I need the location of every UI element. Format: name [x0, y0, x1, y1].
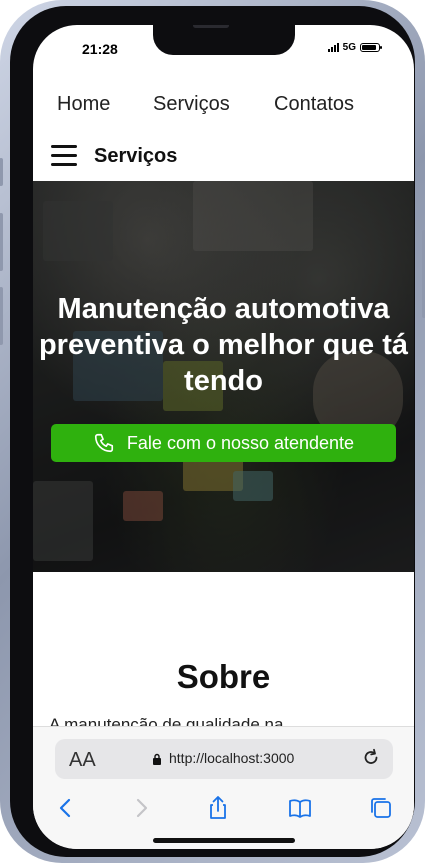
notch — [153, 25, 295, 55]
mute-switch — [0, 158, 3, 186]
speaker — [193, 25, 229, 28]
volume-up-button — [0, 213, 3, 271]
safari-toolbar: AA http://localhost:3000 — [33, 726, 414, 849]
bookmarks-icon[interactable] — [287, 795, 313, 821]
home-indicator — [153, 838, 295, 843]
text-size-button[interactable]: AA — [69, 749, 96, 772]
address-bar[interactable]: AA http://localhost:3000 — [55, 739, 393, 779]
phone-bezel: 21:28 5G Home Serviços Contatos Serviços — [10, 6, 415, 857]
tabs-icon[interactable] — [368, 795, 394, 821]
share-icon[interactable] — [205, 795, 231, 821]
text-size-label: AA — [69, 749, 96, 771]
back-icon[interactable] — [53, 795, 79, 821]
network-label: 5G — [342, 42, 356, 53]
screen: 21:28 5G Home Serviços Contatos Serviços — [33, 25, 414, 849]
hero-section: Manutenção automotiva preventiva o melho… — [33, 181, 414, 572]
nav-link-contatos[interactable]: Contatos — [274, 93, 354, 116]
phone-icon — [94, 433, 113, 453]
reload-icon[interactable] — [361, 748, 381, 768]
forward-icon[interactable] — [128, 795, 154, 821]
signal-icon — [327, 43, 339, 52]
nav-link-servicos[interactable]: Serviços — [153, 93, 230, 116]
volume-down-button — [0, 287, 3, 345]
contact-attendant-button[interactable]: Fale com o nosso atendente — [51, 424, 396, 462]
status-icons: 5G — [327, 42, 382, 53]
about-title: Sobre — [176, 658, 271, 695]
url-text: http://localhost:3000 — [169, 750, 295, 766]
phone-frame: 21:28 5G Home Serviços Contatos Serviços — [0, 0, 425, 863]
status-time: 21:28 — [82, 41, 118, 57]
menu-bar: Serviços — [33, 135, 414, 181]
hamburger-menu-icon[interactable] — [51, 145, 77, 167]
battery-icon — [360, 43, 382, 52]
nav-link-home[interactable]: Home — [57, 93, 110, 116]
contact-attendant-label: Fale com o nosso atendente — [126, 432, 355, 453]
lock-icon — [153, 753, 161, 765]
menu-bar-title: Serviços — [94, 145, 178, 167]
hero-title: Manutenção automotiva preventiva o melho… — [38, 293, 409, 397]
